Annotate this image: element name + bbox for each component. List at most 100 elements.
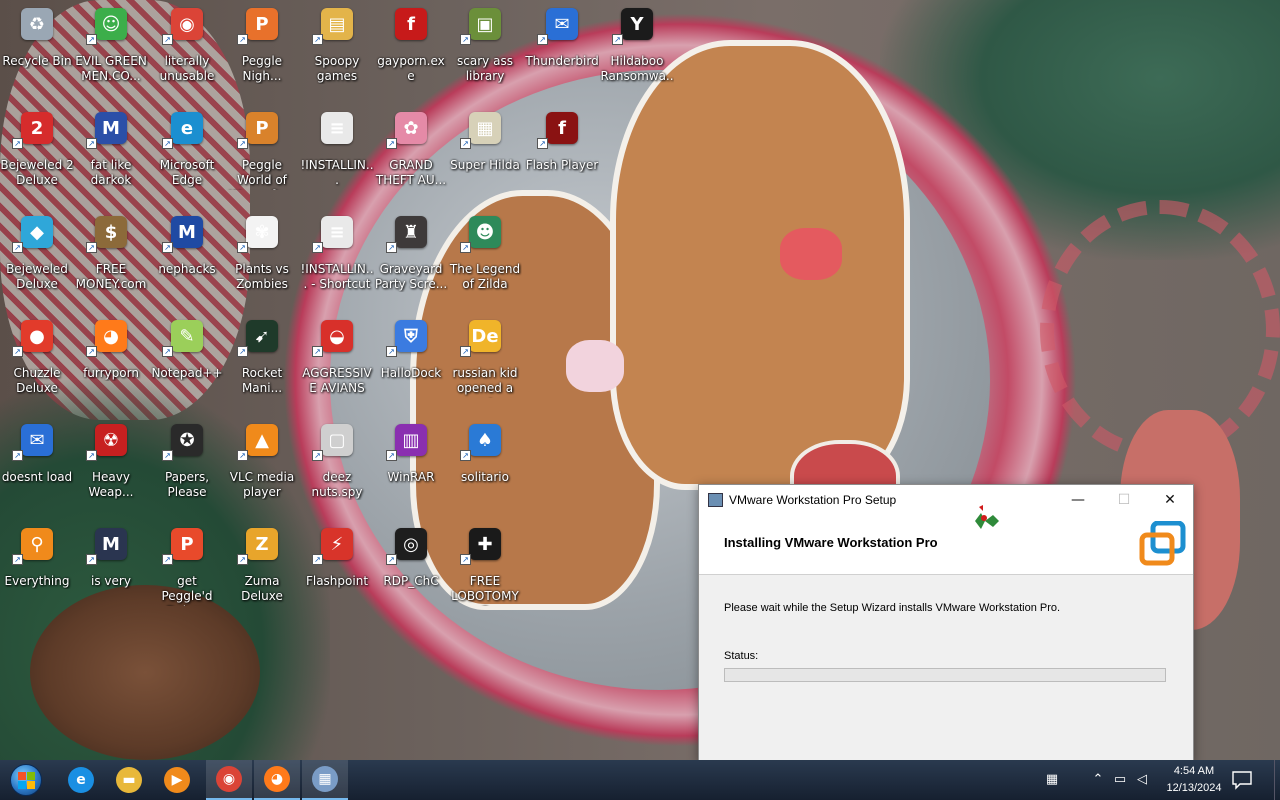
install-progress-bar xyxy=(724,668,1166,682)
clock-date[interactable]: 12/13/2024 xyxy=(1160,782,1228,794)
desktop-icon[interactable]: ✉ ↗ Thunderbird xyxy=(525,2,599,102)
desktop-icon[interactable]: P ↗ Peggle Nigh... xyxy=(225,2,299,102)
recycle-bin-icon: ♻ xyxy=(21,8,53,40)
shortcut-arrow-icon: ↗ xyxy=(460,554,471,565)
desktop-icon[interactable]: e ↗ Microsoft Edge xyxy=(150,106,224,206)
desktop-icon[interactable]: ◆ ↗ Bejeweled Deluxe xyxy=(0,210,74,310)
desktop-icon-label: AGGRESSIVE AVIANS xyxy=(302,366,372,395)
firefox-icon: ◕ xyxy=(264,766,290,792)
clock-time[interactable]: 4:54 AM xyxy=(1160,765,1228,777)
desktop-icon[interactable]: ◒ ↗ AGGRESSIVE AVIANS xyxy=(300,314,374,414)
shortcut-arrow-icon: ↗ xyxy=(312,242,323,253)
desktop-icon[interactable]: M ↗ fat like darkok xyxy=(74,106,148,206)
shortcut-arrow-icon: ↗ xyxy=(12,450,23,461)
desktop-icon-label: Super Hilda xyxy=(450,158,520,172)
network-icon[interactable]: ▭ xyxy=(1112,772,1128,788)
desktop-icon[interactable]: ◎ ↗ RDP_ChC xyxy=(374,522,448,622)
desktop-icon[interactable]: ≡ ↗ !INSTALLIN... - Shortcut xyxy=(300,210,374,310)
desktop-icon[interactable]: ♻ Recycle Bin xyxy=(0,2,74,102)
anime-girl-icon: ✿ xyxy=(395,112,427,144)
desktop-icon[interactable]: ♜ ↗ Graveyard Party Scre... xyxy=(374,210,448,310)
desktop-icon[interactable]: f ↗ Flash Player xyxy=(525,106,599,206)
desktop-icon[interactable]: ▲ ↗ VLC media player xyxy=(225,418,299,518)
desktop-icon-label: Peggle World of Warcraft ... xyxy=(229,158,295,190)
desktop-icon[interactable]: ⚲ ↗ Everything xyxy=(0,522,74,622)
desktop-icon-label: solitario xyxy=(461,470,509,484)
desktop-icon[interactable]: ⚡ ↗ Flashpoint xyxy=(300,522,374,622)
desktop-icon[interactable]: ◕ ↗ furryporn xyxy=(74,314,148,414)
desktop-icon[interactable]: ✉ ↗ doesnt load xyxy=(0,418,74,518)
taskbar-app-button[interactable]: ▶ xyxy=(154,760,200,800)
people-icon: ☺ xyxy=(95,8,127,40)
volume-icon[interactable]: ◁ xyxy=(1134,772,1150,788)
desktop-icon[interactable]: ✎ ↗ Notepad++ xyxy=(150,314,224,414)
desktop-icon[interactable]: ♠ ↗ solitario xyxy=(448,418,522,518)
desktop-icon[interactable]: Y↗ Hildaboo Ransomwa... xyxy=(600,2,674,102)
desktop-icon[interactable]: ◉ ↗ literally unusable xyxy=(150,2,224,102)
taskbar[interactable]: e ▬ ▶ ◉ ◕ ▦ ▦ ⌃ ▭ ◁ 4:54 AM 12/13/2024 xyxy=(0,760,1280,800)
taskbar-app-button[interactable]: ▦ xyxy=(302,760,348,800)
desktop-icon[interactable]: ✿ ↗ GRAND THEFT AU... xyxy=(374,106,448,206)
desktop-icon-label: Recycle Bin xyxy=(2,54,72,68)
chrome-icon: ◉ xyxy=(216,766,242,792)
desktop-icon[interactable]: Z ↗ Zuma Deluxe xyxy=(225,522,299,622)
shortcut-arrow-icon: ↗ xyxy=(312,554,323,565)
flash-icon: f xyxy=(395,8,427,40)
vmware-logo-icon xyxy=(1139,521,1186,566)
desktop-icon[interactable]: ✾ ↗ Plants vs Zombies xyxy=(225,210,299,310)
taskbar-app-button[interactable]: ◉ xyxy=(206,760,252,800)
desktop-icon[interactable]: P↗ Peggle World of Warcraft ... xyxy=(225,106,299,206)
pixel-hilda-icon: ▦ xyxy=(469,112,501,144)
taskbar-app-button[interactable]: ◕ xyxy=(254,760,300,800)
flag-tray-icon[interactable]: ▦ xyxy=(1044,772,1060,788)
desktop-icon[interactable]: f gayporn.exe xyxy=(374,2,448,102)
close-button[interactable]: ✕ xyxy=(1147,485,1193,515)
desktop-icon[interactable]: ≡ !INSTALLIN... xyxy=(300,106,374,206)
desktop-icon[interactable]: M ↗ nephacks xyxy=(150,210,224,310)
desktop-icon[interactable]: ☺ ↗ EVIL GREEN MEN.CO... xyxy=(74,2,148,102)
shortcut-arrow-icon: ↗ xyxy=(86,346,97,357)
desktop-icon[interactable]: ☢ ↗ Heavy Weap... xyxy=(74,418,148,518)
pvz-icon: ✾ xyxy=(246,216,278,248)
shortcut-arrow-icon: ↗ xyxy=(86,138,97,149)
status-label: Status: xyxy=(724,650,759,662)
chevron-up-icon[interactable]: ⌃ xyxy=(1090,772,1106,788)
desktop-icon[interactable]: ✚↗ FREE LOBOTOMYS xyxy=(448,522,522,622)
desktop-icon[interactable]: ✪ ↗ Papers, Please xyxy=(150,418,224,518)
desktop-icon[interactable]: ▤ ↗ Spoopy games xyxy=(300,2,374,102)
desktop-icon[interactable]: P↗ get Peggle'd Deluxe xyxy=(150,522,224,622)
desktop-icon[interactable]: De↗ russian kid opened a rat xyxy=(448,314,522,414)
show-desktop-button[interactable] xyxy=(1274,760,1280,800)
desktop-icon-label: Graveyard Party Scre... xyxy=(374,262,448,291)
minimize-button[interactable]: — xyxy=(1055,485,1101,515)
desktop-icon[interactable]: ▦ ↗ Super Hilda xyxy=(448,106,522,206)
flash-player-icon: f xyxy=(546,112,578,144)
desktop-icon[interactable]: ⛨ ↗ HalloDock xyxy=(374,314,448,414)
thunderbird-icon: ✉ xyxy=(546,8,578,40)
desktop-icon[interactable]: ▢ ↗ deez nuts.spy xyxy=(300,418,374,518)
desktop-icon-label: russian kid opened a rat xyxy=(452,366,518,398)
mpi-icon: M xyxy=(171,216,203,248)
desktop-icon[interactable]: ▣ ↗ scary ass library xyxy=(448,2,522,102)
taskbar-app-button[interactable]: ▬ xyxy=(106,760,152,800)
desktop-icon[interactable]: ● ↗ Chuzzle Deluxe xyxy=(0,314,74,414)
desktop-icon[interactable]: ➹ ↗ Rocket Mani... xyxy=(225,314,299,414)
start-button[interactable] xyxy=(0,760,52,800)
desktop-icon[interactable]: ☻ ↗ The Legend of Zilda xyxy=(448,210,522,310)
chrome-icon: ◉ xyxy=(171,8,203,40)
peggle-deluxe-icon: P xyxy=(171,528,203,560)
taskbar-app-button[interactable]: e xyxy=(58,760,104,800)
desktop-icon-label: Flashpoint xyxy=(305,574,369,588)
notifications-icon[interactable] xyxy=(1230,770,1254,790)
desktop-icon[interactable]: $ ↗ FREE MONEY.com xyxy=(74,210,148,310)
window-title: VMware Workstation Pro Setup xyxy=(729,493,897,507)
installer-titlebar[interactable]: VMware Workstation Pro Setup — ☐ ✕ xyxy=(699,485,1193,515)
desktop-icon[interactable]: 2 ↗ Bejeweled 2 Deluxe xyxy=(0,106,74,206)
desktop-icon[interactable]: ▥ ↗ WinRAR xyxy=(374,418,448,518)
shortcut-arrow-icon: ↗ xyxy=(237,554,248,565)
bejeweled-icon: ◆ xyxy=(21,216,53,248)
desktop-icon[interactable]: M ↗ is very xyxy=(74,522,148,622)
installer-window[interactable]: VMware Workstation Pro Setup — ☐ ✕ Insta… xyxy=(698,484,1194,762)
radiation-icon: ☢ xyxy=(95,424,127,456)
shortcut-arrow-icon: ↗ xyxy=(386,138,397,149)
